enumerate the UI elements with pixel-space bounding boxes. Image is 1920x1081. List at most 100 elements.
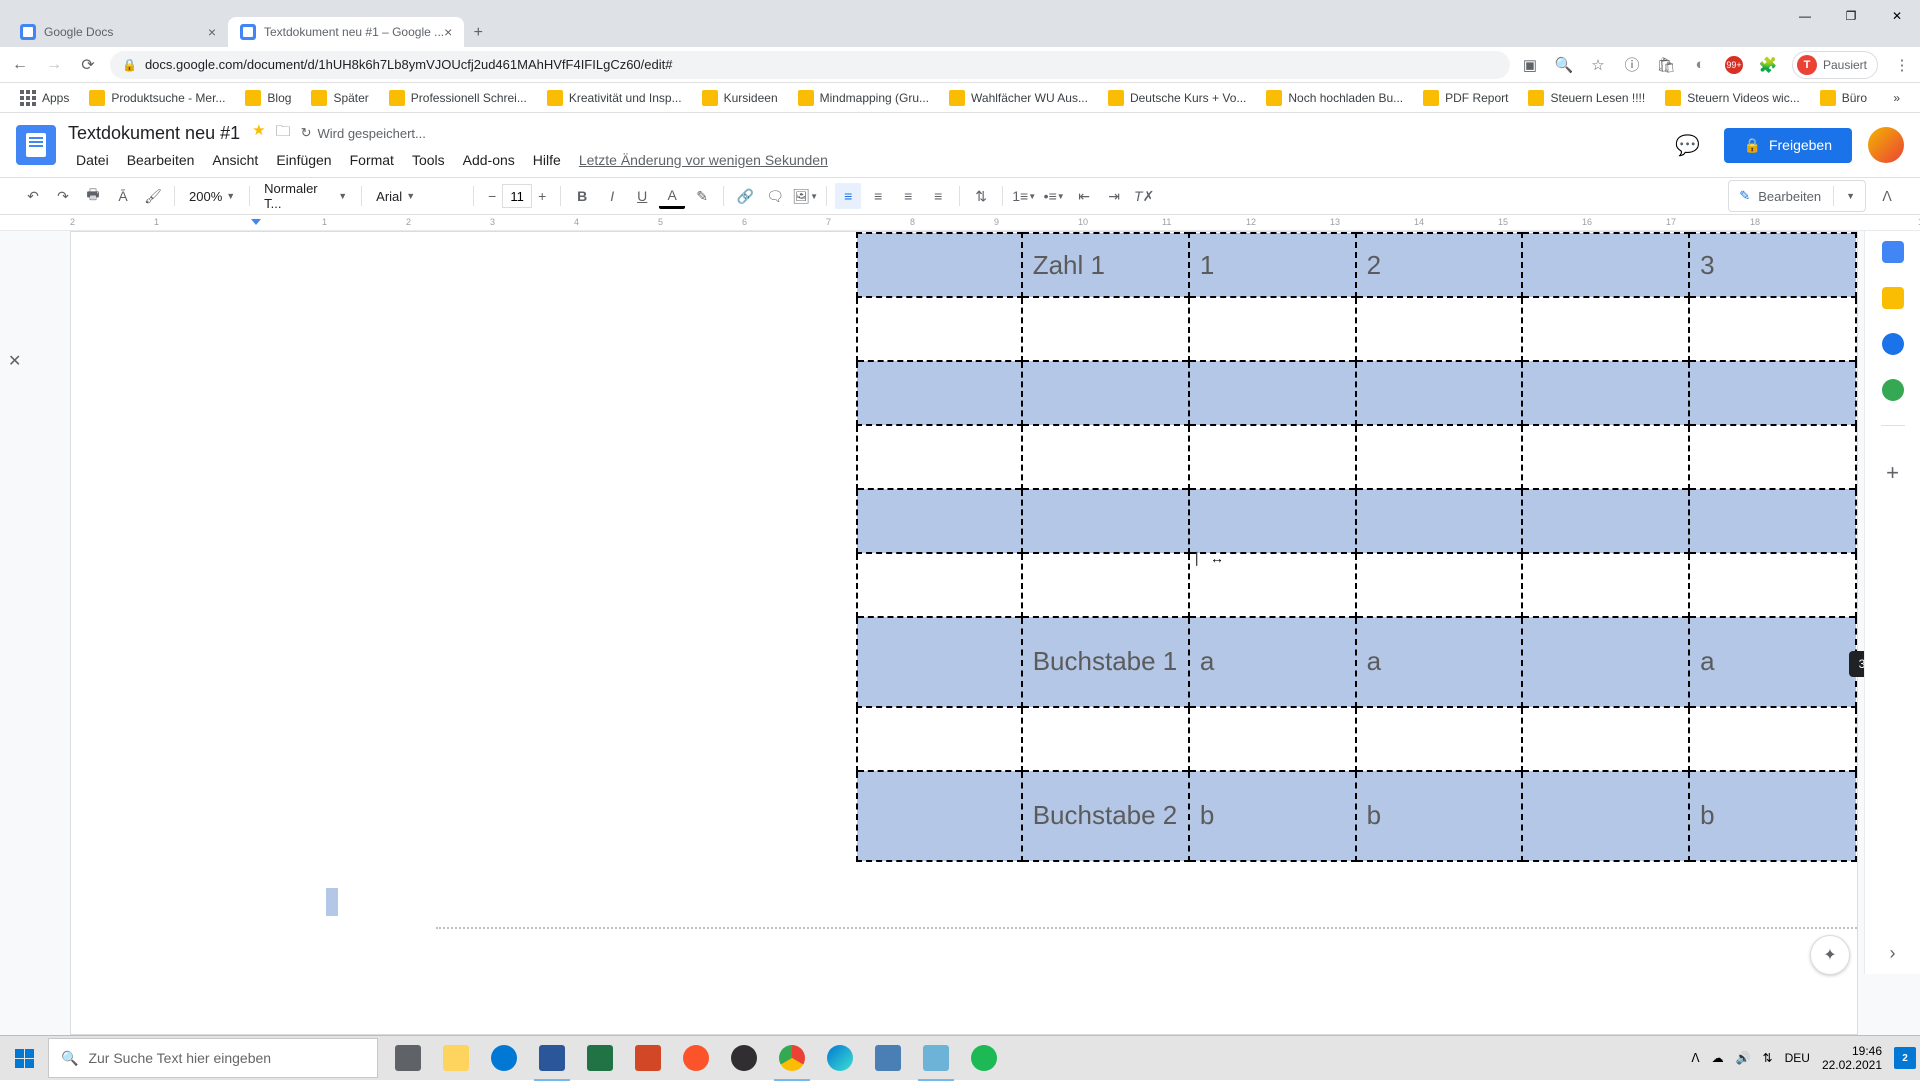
- indent-marker-icon[interactable]: [251, 219, 261, 225]
- paragraph-style-select[interactable]: Normaler T...▼: [258, 183, 353, 209]
- font-select[interactable]: Arial▼: [370, 183, 465, 209]
- extension-icon[interactable]: ⓘ: [1622, 55, 1642, 75]
- table-cell[interactable]: Buchstabe 1: [1022, 617, 1189, 707]
- text-color-button[interactable]: A: [659, 183, 685, 209]
- extensions-menu-icon[interactable]: 🧩: [1758, 55, 1778, 75]
- decrease-font-button[interactable]: −: [482, 184, 502, 208]
- table-cell[interactable]: [1356, 489, 1523, 553]
- increase-font-button[interactable]: +: [532, 184, 552, 208]
- chrome-app[interactable]: [768, 1036, 816, 1081]
- menu-bearbeiten[interactable]: Bearbeiten: [119, 150, 203, 170]
- action-center-button[interactable]: 2: [1894, 1047, 1916, 1069]
- tab-google-docs[interactable]: Google Docs ×: [8, 17, 228, 47]
- docs-logo-icon[interactable]: [16, 125, 56, 165]
- table-cell[interactable]: [1522, 489, 1689, 553]
- close-icon[interactable]: ×: [208, 24, 216, 40]
- wifi-icon[interactable]: ⇅: [1763, 1051, 1773, 1065]
- word-app[interactable]: [528, 1036, 576, 1081]
- bookmark[interactable]: Kreativität und Insp...: [539, 86, 690, 110]
- align-justify-button[interactable]: ≡: [925, 183, 951, 209]
- table-cell[interactable]: [857, 617, 1022, 707]
- volume-icon[interactable]: 🔊: [1736, 1051, 1751, 1065]
- align-left-button[interactable]: ≡: [835, 183, 861, 209]
- editing-mode-select[interactable]: ✎Bearbeiten▼: [1728, 180, 1866, 212]
- menu-tools[interactable]: Tools: [404, 150, 453, 170]
- redo-button[interactable]: ↷: [50, 183, 76, 209]
- close-outline-button[interactable]: ✕: [8, 351, 21, 371]
- table-cell[interactable]: [1522, 361, 1689, 425]
- image-button[interactable]: 🖼▼: [792, 183, 818, 209]
- bookmark[interactable]: Wahlfächer WU Aus...: [941, 86, 1096, 110]
- link-button[interactable]: 🔗: [732, 183, 758, 209]
- maximize-button[interactable]: ❐: [1828, 0, 1874, 32]
- align-center-button[interactable]: ≡: [865, 183, 891, 209]
- menu-einfuegen[interactable]: Einfügen: [268, 150, 339, 170]
- table-cell[interactable]: b: [1189, 771, 1356, 861]
- windows-search-input[interactable]: 🔍Zur Suche Text hier eingeben: [48, 1038, 378, 1078]
- bookmark[interactable]: Mindmapping (Gru...: [790, 86, 937, 110]
- menu-addons[interactable]: Add-ons: [455, 150, 523, 170]
- bookmark[interactable]: Steuern Videos wic...: [1657, 86, 1808, 110]
- horizontal-ruler[interactable]: 2112345678910111213141516171819: [0, 215, 1920, 231]
- table-cell[interactable]: [1689, 489, 1856, 553]
- menu-datei[interactable]: Datei: [68, 150, 117, 170]
- bookmark-overflow[interactable]: »: [1885, 87, 1908, 109]
- document-table[interactable]: Zahl 1 1 2 3: [856, 232, 1857, 862]
- undo-button[interactable]: ↶: [20, 183, 46, 209]
- onedrive-icon[interactable]: ☁: [1712, 1051, 1724, 1065]
- back-button[interactable]: ←: [8, 53, 32, 77]
- calendar-icon[interactable]: [1882, 241, 1904, 263]
- decrease-indent-button[interactable]: ⇤: [1071, 183, 1097, 209]
- document-title[interactable]: Textdokument neu #1: [68, 123, 240, 144]
- underline-button[interactable]: U: [629, 183, 655, 209]
- extension-icon[interactable]: 🛍: [1656, 55, 1676, 75]
- comment-button[interactable]: 🗨: [762, 183, 788, 209]
- menu-ansicht[interactable]: Ansicht: [204, 150, 266, 170]
- star-icon[interactable]: ☆: [1588, 55, 1608, 75]
- table-cell[interactable]: [857, 361, 1022, 425]
- bookmark[interactable]: Später: [303, 86, 376, 110]
- close-window-button[interactable]: ✕: [1874, 0, 1920, 32]
- menu-format[interactable]: Format: [342, 150, 402, 170]
- table-cell[interactable]: [1522, 233, 1689, 297]
- table-cell[interactable]: [857, 233, 1022, 297]
- clear-format-button[interactable]: T✗: [1131, 183, 1157, 209]
- powerpoint-app[interactable]: [624, 1036, 672, 1081]
- highlight-button[interactable]: ✎: [689, 183, 715, 209]
- profile-sync-button[interactable]: T Pausiert: [1792, 51, 1878, 79]
- bookmark[interactable]: Büro: [1812, 86, 1875, 110]
- table-cell[interactable]: 2: [1356, 233, 1523, 297]
- bookmark[interactable]: Professionell Schrei...: [381, 86, 535, 110]
- account-avatar[interactable]: [1868, 127, 1904, 163]
- comments-button[interactable]: 💬: [1668, 125, 1708, 165]
- tray-expand-icon[interactable]: ᐱ: [1691, 1051, 1699, 1065]
- table-cell[interactable]: a: [1356, 617, 1523, 707]
- extension-icon[interactable]: 99+: [1724, 55, 1744, 75]
- maps-icon[interactable]: [1882, 379, 1904, 401]
- tab-current-doc[interactable]: Textdokument neu #1 – Google ... ×: [228, 17, 464, 47]
- bookmark[interactable]: Produktsuche - Mer...: [81, 86, 233, 110]
- table-cell[interactable]: [1522, 617, 1689, 707]
- last-edit-info[interactable]: Letzte Änderung vor wenigen Sekunden: [571, 150, 836, 170]
- edge-app-2[interactable]: [816, 1036, 864, 1081]
- task-view-button[interactable]: [384, 1036, 432, 1081]
- excel-app[interactable]: [576, 1036, 624, 1081]
- zoom-select[interactable]: 200%▼: [183, 183, 241, 209]
- explorer-app[interactable]: [432, 1036, 480, 1081]
- menu-hilfe[interactable]: Hilfe: [525, 150, 569, 170]
- bookmark[interactable]: Deutsche Kurs + Vo...: [1100, 86, 1254, 110]
- tasks-icon[interactable]: [1882, 333, 1904, 355]
- increase-indent-button[interactable]: ⇥: [1101, 183, 1127, 209]
- table-cell[interactable]: [1022, 361, 1189, 425]
- reload-button[interactable]: ⟳: [76, 53, 100, 77]
- start-button[interactable]: [0, 1036, 48, 1081]
- table-cell[interactable]: b: [1356, 771, 1523, 861]
- extension-icon[interactable]: ◐: [1690, 55, 1710, 75]
- bold-button[interactable]: B: [569, 183, 595, 209]
- table-cell[interactable]: a: [1689, 617, 1856, 707]
- zoom-icon[interactable]: 🔍: [1554, 55, 1574, 75]
- cast-icon[interactable]: ▣: [1520, 55, 1540, 75]
- brave-app[interactable]: [672, 1036, 720, 1081]
- spellcheck-button[interactable]: Ā: [110, 183, 136, 209]
- bookmark[interactable]: Kursideen: [694, 86, 786, 110]
